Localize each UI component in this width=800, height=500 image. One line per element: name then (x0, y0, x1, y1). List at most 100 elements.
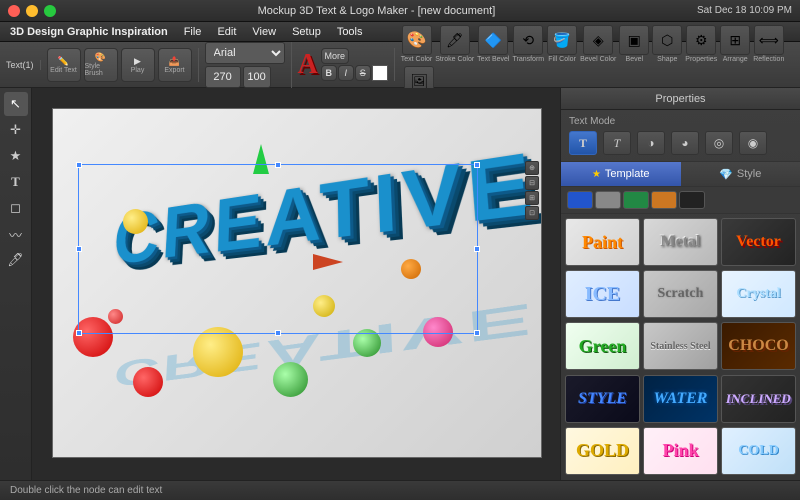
text-tool[interactable]: T (4, 170, 28, 194)
canvas-tool-2[interactable]: ⊟ (525, 176, 539, 190)
canvas-tool-3[interactable]: ⊞ (525, 191, 539, 205)
play-icon[interactable]: ▶ Play (121, 48, 155, 82)
tab-style[interactable]: 💎 Style (681, 162, 800, 186)
export-label: Export (164, 67, 184, 74)
cursor-tool[interactable]: ↖ (4, 92, 28, 116)
arrange-btn[interactable]: ⊞ Arrange (720, 25, 750, 63)
text-mode-btn-5[interactable]: ◎ (705, 131, 733, 155)
menu-tools[interactable]: Tools (337, 26, 363, 38)
more-btn[interactable]: More (321, 48, 349, 64)
template-vector[interactable]: Vector (721, 218, 796, 266)
strikethrough-btn[interactable]: S (355, 65, 371, 81)
text-mode-btn-2[interactable]: T (603, 131, 631, 155)
handle-top-middle[interactable] (275, 162, 281, 168)
style-brush-icon[interactable]: 🎨 Style Brush (84, 48, 118, 82)
edit-text-icon[interactable]: ✏️ Edit Text (47, 48, 81, 82)
properties-btn[interactable]: ⚙ Properties (685, 25, 717, 63)
export-icon[interactable]: 📤 Export (158, 48, 192, 82)
color-swatch[interactable] (372, 65, 388, 81)
canvas[interactable]: CREATIVE CREATIVE (52, 108, 542, 458)
status-text: Double click the node can edit text (10, 485, 162, 496)
star-tool[interactable]: ★ (4, 144, 28, 168)
play-label: Play (131, 67, 145, 74)
menu-setup[interactable]: Setup (292, 26, 321, 38)
text-mode-btn-4[interactable]: ◕ (671, 131, 699, 155)
style-brush-btn[interactable]: 🎨 Style Brush (84, 48, 118, 82)
text-bevel-label: Text Bevel (477, 56, 509, 63)
handle-middle-left[interactable] (76, 246, 82, 252)
ball-yellow-small (123, 209, 148, 234)
ball-orange (401, 259, 421, 279)
template-cold[interactable]: COLD (721, 427, 796, 475)
template-steel[interactable]: Stainless Steel (643, 322, 718, 370)
italic-btn[interactable]: I (338, 65, 354, 81)
bold-btn[interactable]: B (321, 65, 337, 81)
shape-btn[interactable]: ⬡ Shape (652, 25, 682, 63)
bevel-label: Bevel (626, 56, 644, 63)
template-steel-text: Stainless Steel (650, 341, 710, 352)
filter-gray[interactable] (595, 191, 621, 209)
template-style-text: STYLE (578, 390, 627, 408)
template-ice[interactable]: ICE (565, 270, 640, 318)
template-ice-text: ICE (585, 283, 621, 306)
font-size-large[interactable] (205, 66, 241, 88)
font-size-small[interactable] (243, 66, 271, 88)
move-tool[interactable]: ✛ (4, 118, 28, 142)
template-green[interactable]: Green (565, 322, 640, 370)
tab-template[interactable]: ★ Template (561, 162, 681, 186)
transform-btn[interactable]: ⟲ Transform (512, 25, 544, 63)
shapes-tool[interactable]: ◻ (4, 196, 28, 220)
play-btn[interactable]: ▶ Play (121, 48, 155, 82)
right-panel: Properties Text Mode T T ◑ ◕ ◎ ◉ ★ Templ… (560, 88, 800, 480)
handle-middle-right[interactable] (474, 246, 480, 252)
font-name-select[interactable]: Arial (205, 42, 285, 64)
fill-color-btn[interactable]: 🪣 Fill Color (547, 25, 577, 63)
template-crystal[interactable]: Crystal (721, 270, 796, 318)
filter-dark[interactable] (679, 191, 705, 209)
menu-edit[interactable]: Edit (217, 26, 236, 38)
close-button[interactable] (8, 5, 20, 17)
star-icon: ★ (592, 169, 601, 180)
bevel-btn[interactable]: ▣ Bevel (619, 25, 649, 63)
template-paint[interactable]: Paint (565, 218, 640, 266)
bevel-color-btn[interactable]: ◈ Bevel Color (580, 25, 616, 63)
edit-text-btn[interactable]: ✏️ Edit Text (47, 48, 81, 82)
handle-top-left[interactable] (76, 162, 82, 168)
template-scratch-text: Scratch (658, 286, 704, 302)
canvas-tool-1[interactable]: ⊕ (525, 161, 539, 175)
title-bar: Mockup 3D Text & Logo Maker - [new docum… (0, 0, 800, 22)
freeform-tool[interactable]: 〰 (4, 222, 28, 246)
maximize-button[interactable] (44, 5, 56, 17)
text-mode-btn-3[interactable]: ◑ (637, 131, 665, 155)
letter-a-section: A More B I S (298, 48, 395, 81)
template-gold[interactable]: GOLD (565, 427, 640, 475)
canvas-right-tools: ⊕ ⊟ ⊞ ⊡ (523, 159, 541, 222)
filter-green[interactable] (623, 191, 649, 209)
stroke-color-btn[interactable]: 🖊 Stroke Color (435, 25, 474, 63)
text-mode-icons: T T ◑ ◕ ◎ ◉ (569, 131, 792, 155)
canvas-area[interactable]: CREATIVE CREATIVE (32, 88, 560, 480)
filter-blue[interactable] (567, 191, 593, 209)
export-btn[interactable]: 📤 Export (158, 48, 192, 82)
template-inclined[interactable]: INCLINED (721, 375, 796, 423)
filter-orange[interactable] (651, 191, 677, 209)
template-style[interactable]: STYLE (565, 375, 640, 423)
status-bar: Double click the node can edit text (0, 480, 800, 500)
text-bevel-btn[interactable]: 🔷 Text Bevel (477, 25, 509, 63)
menu-file[interactable]: File (184, 26, 202, 38)
template-water[interactable]: WATER (643, 375, 718, 423)
text-mode-btn-6[interactable]: ◉ (739, 131, 767, 155)
reflection-btn[interactable]: ⟺ Reflection (753, 25, 784, 63)
template-paint-text: Paint (582, 232, 623, 253)
canvas-tool-4[interactable]: ⊡ (525, 206, 539, 220)
template-metal[interactable]: Metal (643, 218, 718, 266)
text-mode-btn-1[interactable]: T (569, 131, 597, 155)
menu-view[interactable]: View (252, 26, 276, 38)
minimize-button[interactable] (26, 5, 38, 17)
template-scratch[interactable]: Scratch (643, 270, 718, 318)
text-color-btn[interactable]: 🎨 Text Color (401, 25, 433, 63)
template-pink[interactable]: Pink (643, 427, 718, 475)
pen-tool[interactable]: 🖊 (4, 248, 28, 272)
template-choco[interactable]: CHOCO (721, 322, 796, 370)
ball-yellow (193, 327, 243, 377)
